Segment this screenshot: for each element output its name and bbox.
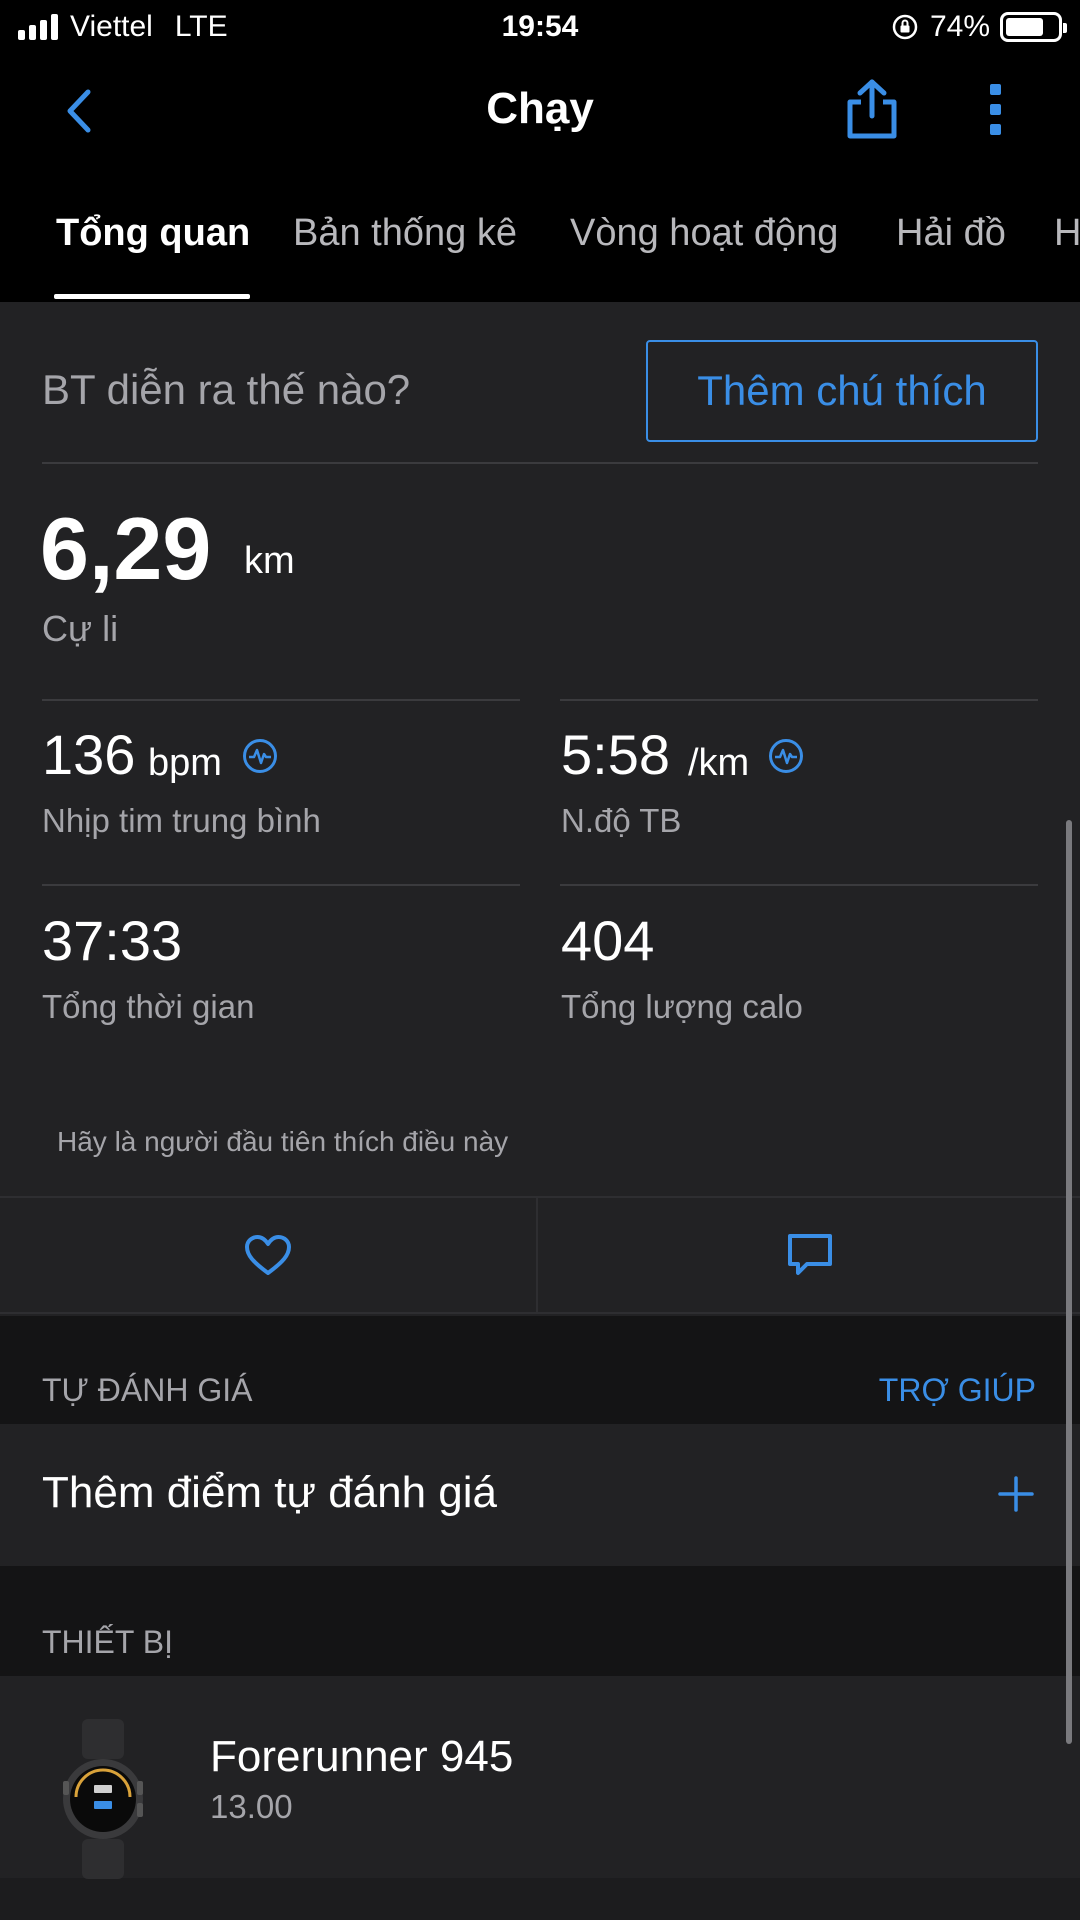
add-note-button[interactable]: Thêm chú thích [646,340,1038,442]
divider [560,884,1038,886]
total-time-value: 37:33 [42,909,183,972]
self-eval-section-header: TỰ ĐÁNH GIÁ TRỢ GIÚP [0,1316,1080,1424]
status-bar: Viettel LTE 19:54 74% [0,0,1080,56]
divider [560,699,1038,701]
more-vertical-icon[interactable] [978,82,1014,138]
total-time-label: Tổng thời gian [42,988,255,1025]
help-link[interactable]: TRỢ GIÚP [879,1372,1036,1409]
navigation-bar: Chạy [0,66,1080,156]
add-self-eval-row[interactable]: Thêm điểm tự đánh giá [0,1424,1080,1566]
scrollbar[interactable] [1066,820,1072,1744]
avg-pace-label: N.độ TB [561,802,682,839]
avg-pace-value: 5:58 [561,723,670,786]
self-eval-title: TỰ ĐÁNH GIÁ [42,1372,253,1408]
battery-icon [1000,12,1067,42]
device-section-title: THIẾT BỊ [42,1624,173,1660]
tab-stats[interactable]: Bản thống kê [293,212,517,255]
like-button[interactable] [0,1198,538,1312]
social-actions [0,1196,1080,1314]
share-icon[interactable] [844,78,900,140]
divider [42,884,520,886]
divider [42,699,520,701]
divider [42,462,1038,464]
device-row[interactable]: Forerunner 945 13.00 [0,1676,1080,1879]
distance-value: 6,29 [40,499,212,598]
avg-pace-unit: /km [688,742,750,784]
avg-heart-rate-value: 136 [42,723,136,786]
heart-icon [245,1235,291,1275]
plus-icon [998,1476,1034,1512]
tab-map[interactable]: Hải đồ [896,212,1006,255]
page-title: Chạy [486,84,594,133]
pace-sensor-icon [769,739,803,773]
calories-label: Tổng lượng calo [561,988,803,1025]
add-self-eval-label: Thêm điểm tự đánh giá [42,1468,498,1517]
feedback-question: BT diễn ra thế nào? [42,366,411,413]
distance-unit: km [244,540,295,582]
device-name: Forerunner 945 [210,1732,514,1781]
heart-rate-sensor-icon [243,739,277,773]
rotation-lock-icon [892,14,918,40]
watch-icon [63,1719,143,1879]
distance-label: Cự li [42,608,119,649]
overview-panel: BT diễn ra thế nào? Thêm chú thích 6,29 … [0,302,1080,1316]
comment-icon [788,1234,832,1275]
tab-laps[interactable]: Vòng hoạt động [570,212,838,255]
avg-heart-rate-label: Nhịp tim trung bình [42,802,321,839]
tab-overview[interactable]: Tổng quan [56,212,250,255]
calories-value: 404 [561,909,655,972]
battery-percent: 74% [929,10,990,43]
active-tab-indicator [54,294,250,299]
likes-summary: Hãy là người đầu tiên thích điều này [57,1126,509,1157]
tab-next[interactable]: H [1054,212,1080,255]
avg-heart-rate-unit: bpm [148,742,222,784]
tab-bar: Tổng quan Bản thống kê Vòng hoạt động Hả… [0,200,1080,302]
device-version: 13.00 [210,1788,293,1825]
device-section-header: THIẾT BỊ [0,1566,1080,1676]
comment-button[interactable] [540,1198,1080,1312]
top-bar: Viettel LTE 19:54 74% Chạy Tổng quan Bản… [0,0,1080,302]
